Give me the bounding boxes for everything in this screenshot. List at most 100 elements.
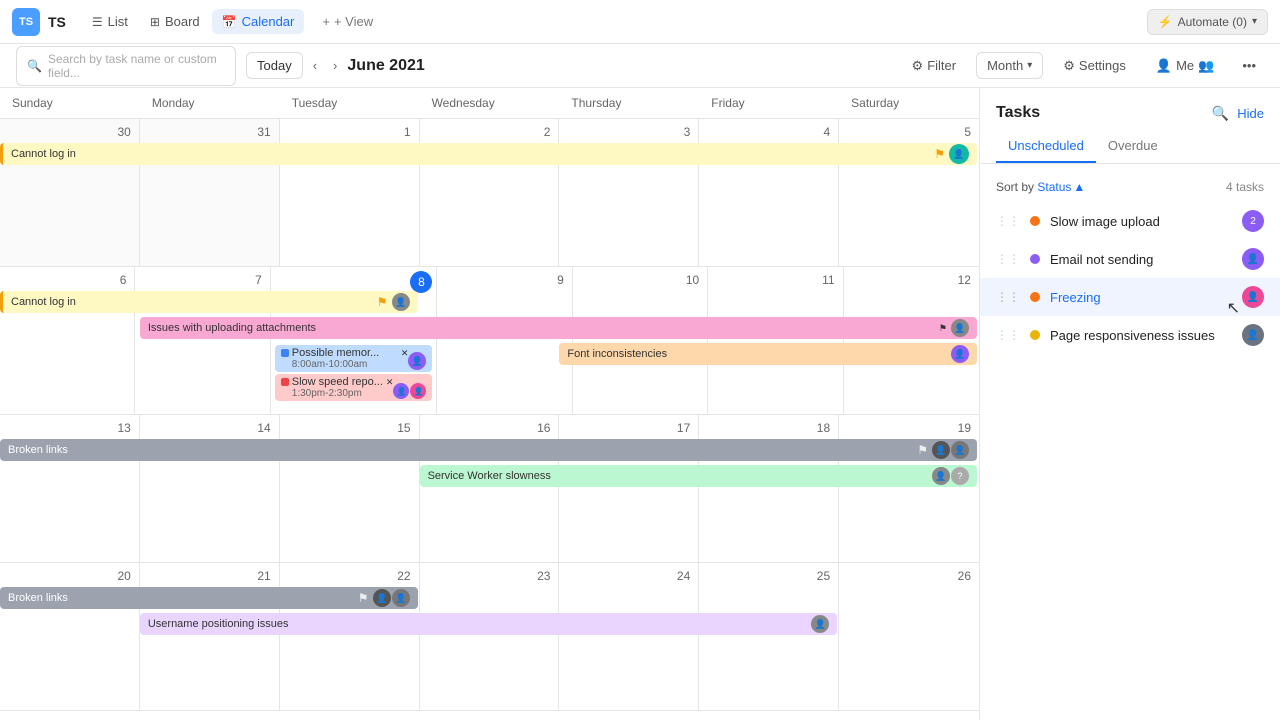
day-num: 2 bbox=[424, 123, 555, 141]
event-label: Possible memor... bbox=[292, 347, 379, 359]
tab-board[interactable]: ⊞ Board bbox=[140, 9, 210, 34]
automate-button[interactable]: ⚡ Automate (0) ▾ bbox=[1147, 9, 1268, 35]
tasks-title: Tasks bbox=[996, 104, 1040, 122]
day-num: 18 bbox=[703, 419, 834, 437]
day-num: 12 bbox=[848, 271, 975, 289]
tasks-header-actions: 🔍 Hide bbox=[1212, 105, 1264, 122]
day-num: 1 bbox=[284, 123, 415, 141]
drag-handle-icon: ⋮⋮ bbox=[996, 328, 1020, 342]
search-tasks-icon[interactable]: 🔍 bbox=[1212, 105, 1229, 122]
tab-calendar[interactable]: 📅 Calendar bbox=[212, 9, 305, 34]
flag-icon: ⚑ bbox=[377, 295, 388, 309]
day-jun20: 20 bbox=[0, 563, 140, 710]
avatar: 👤 bbox=[951, 319, 969, 337]
settings-button[interactable]: ⚙ Settings bbox=[1053, 53, 1136, 79]
drag-handle-icon: ⋮⋮ bbox=[996, 214, 1020, 228]
automate-label: Automate (0) bbox=[1178, 15, 1247, 29]
tasks-tabs: Unscheduled Overdue bbox=[980, 130, 1280, 164]
close-icon: ✕ bbox=[386, 377, 394, 388]
search-box[interactable]: 🔍 Search by task name or custom field... bbox=[16, 46, 236, 86]
day-jun7: 7 bbox=[135, 267, 270, 414]
task-status-dot bbox=[1030, 254, 1040, 264]
week-4-grid: 20 21 22 23 24 25 26 bbox=[0, 563, 979, 710]
day-jun13: 13 bbox=[0, 415, 140, 562]
day-jun21: 21 bbox=[140, 563, 280, 710]
avatar: 👤 bbox=[392, 293, 410, 311]
task-item-slow-image[interactable]: ⋮⋮ Slow image upload 2 bbox=[980, 202, 1280, 240]
week-1-grid: 30 31 1 2 3 4 5 bbox=[0, 119, 979, 266]
group-icon: 👥 bbox=[1198, 58, 1214, 74]
search-placeholder: Search by task name or custom field... bbox=[48, 52, 225, 80]
hide-button[interactable]: Hide bbox=[1237, 106, 1264, 121]
task-item-page-responsiveness[interactable]: ⋮⋮ Page responsiveness issues 👤 bbox=[980, 316, 1280, 354]
prev-arrow[interactable]: ‹ bbox=[307, 54, 323, 77]
event-service-worker[interactable]: Service Worker slowness 👤 ? bbox=[420, 465, 977, 487]
avatar: 👤 bbox=[408, 352, 426, 370]
filter-button[interactable]: ⚙ Filter bbox=[902, 53, 967, 79]
day-num: 4 bbox=[703, 123, 834, 141]
tab-overdue[interactable]: Overdue bbox=[1096, 130, 1170, 163]
avatar: 👤 bbox=[951, 441, 969, 459]
day-jun2: 2 bbox=[420, 119, 560, 266]
avatar: 👤 bbox=[392, 589, 410, 607]
day-num: 26 bbox=[843, 567, 975, 585]
list-icon: ☰ bbox=[92, 15, 103, 29]
event-broken-links-w4[interactable]: Broken links ⚑ 👤 👤 bbox=[0, 587, 418, 609]
avatar: 👤 bbox=[1242, 248, 1264, 270]
avatar: 👤 bbox=[393, 383, 409, 399]
tab-list-label: List bbox=[108, 14, 128, 29]
task-name: Page responsiveness issues bbox=[1050, 328, 1232, 343]
event-font[interactable]: Font inconsistencies 👤 bbox=[559, 343, 977, 365]
day-may30: 30 bbox=[0, 119, 140, 266]
month-title: June 2021 bbox=[347, 57, 424, 75]
more-button[interactable]: ••• bbox=[1234, 53, 1264, 78]
tab-board-label: Board bbox=[165, 14, 200, 29]
week-3-grid: 13 14 15 16 17 18 19 bbox=[0, 415, 979, 562]
drag-handle-icon: ⋮⋮ bbox=[996, 290, 1020, 304]
tab-unscheduled[interactable]: Unscheduled bbox=[996, 130, 1096, 163]
day-num: 6 bbox=[4, 271, 130, 289]
filter-label: Filter bbox=[927, 58, 956, 73]
day-num: 3 bbox=[563, 123, 694, 141]
day-jun22: 22 bbox=[280, 563, 420, 710]
event-label: Broken links bbox=[8, 444, 68, 456]
day-num: 25 bbox=[703, 567, 834, 585]
nav-right: ⚡ Automate (0) ▾ bbox=[1147, 9, 1268, 35]
today-button[interactable]: Today bbox=[246, 52, 303, 79]
task-item-email[interactable]: ⋮⋮ Email not sending 👤 bbox=[980, 240, 1280, 278]
task-status-dot bbox=[1030, 330, 1040, 340]
event-possible-memory[interactable]: Possible memor... ✕ 8:00am-10:00am 👤 bbox=[275, 345, 433, 372]
event-slow-speed[interactable]: Slow speed repo... ✕ 1:30pm-2:30pm 👤 👤 bbox=[275, 374, 433, 401]
task-name-link[interactable]: Freezing bbox=[1050, 290, 1232, 305]
month-selector[interactable]: Month ▾ bbox=[976, 52, 1043, 79]
task-status-dot bbox=[1030, 216, 1040, 226]
header-wednesday: Wednesday bbox=[420, 88, 560, 118]
event-cannot-log-in-w2[interactable]: Cannot log in ⚑ 👤 bbox=[0, 291, 418, 313]
day-num: 20 bbox=[4, 567, 135, 585]
day-jun17: 17 bbox=[559, 415, 699, 562]
day-jun10: 10 bbox=[573, 267, 708, 414]
event-label: Issues with uploading attachments bbox=[148, 322, 316, 334]
day-num: 11 bbox=[712, 271, 838, 289]
day-jun15: 15 bbox=[280, 415, 420, 562]
sort-status[interactable]: Status ▲ bbox=[1037, 180, 1085, 194]
event-username[interactable]: Username positioning issues 👤 bbox=[140, 613, 837, 635]
task-name: Slow image upload bbox=[1050, 214, 1232, 229]
user-icon: 👤 bbox=[1156, 58, 1172, 74]
me-button[interactable]: 👤 Me 👥 bbox=[1146, 53, 1224, 79]
day-jun9: 9 bbox=[437, 267, 572, 414]
day-jun6: 6 bbox=[0, 267, 135, 414]
event-cannot-log-in-w1[interactable]: Cannot log in ⚑ 👤 bbox=[0, 143, 977, 165]
event-time: 1:30pm-2:30pm bbox=[281, 388, 394, 399]
day-num: 30 bbox=[4, 123, 135, 141]
chevron-down-icon: ▾ bbox=[1027, 60, 1032, 71]
header-saturday: Saturday bbox=[839, 88, 979, 118]
add-view-button[interactable]: + + View bbox=[312, 9, 383, 34]
app-title: TS bbox=[48, 14, 66, 30]
event-broken-links-w3[interactable]: Broken links ⚑ 👤 👤 bbox=[0, 439, 977, 461]
task-item-freezing[interactable]: ⋮⋮ Freezing 👤 ↖ bbox=[980, 278, 1280, 316]
next-arrow[interactable]: › bbox=[327, 54, 343, 77]
tab-list[interactable]: ☰ List bbox=[82, 9, 138, 34]
event-uploading[interactable]: Issues with uploading attachments ⚑ 👤 bbox=[140, 317, 977, 339]
week-row-1: 30 31 1 2 3 4 5 Cannot log in ⚑ 👤 bbox=[0, 119, 979, 267]
